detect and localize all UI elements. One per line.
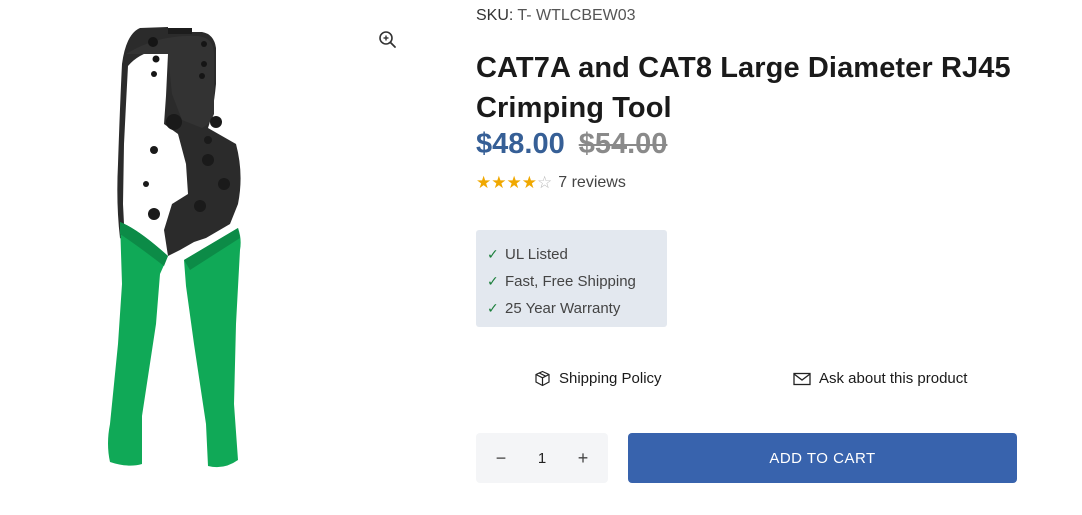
star-filled-icon: ★	[506, 173, 522, 192]
star-rating: ★ ★ ★ ★ ☆	[476, 174, 552, 192]
sale-price: $48.00	[476, 128, 565, 160]
star-filled-icon: ★	[521, 173, 537, 192]
ask-about-product-label: Ask about this product	[819, 370, 968, 387]
check-icon: ✓	[487, 246, 499, 262]
feature-box: ✓ UL Listed ✓ Fast, Free Shipping ✓ 25 Y…	[476, 230, 667, 327]
box-icon	[535, 370, 550, 387]
sku-value: T- WTLCBEW03	[517, 7, 636, 24]
feature-item: ✓ UL Listed	[487, 241, 667, 268]
add-to-cart-button[interactable]: ADD TO CART	[628, 433, 1017, 483]
check-icon: ✓	[487, 273, 499, 289]
quantity-value[interactable]: 1	[522, 450, 562, 467]
product-image	[108, 27, 241, 468]
sku-label: SKU:	[476, 7, 514, 24]
original-price: $54.00	[578, 128, 668, 160]
quantity-stepper: − 1 +	[476, 433, 608, 483]
feature-item: ✓ Fast, Free Shipping	[487, 268, 667, 295]
feature-item: ✓ 25 Year Warranty	[487, 295, 667, 322]
rating: ★ ★ ★ ★ ☆ 7 reviews	[476, 174, 626, 192]
price-row: $48.00 $54.00	[476, 128, 667, 161]
star-empty-icon: ☆	[537, 173, 553, 192]
star-filled-icon: ★	[491, 173, 507, 192]
product-title: CAT7A and CAT8 Large Diameter RJ45 Crimp…	[476, 52, 1011, 124]
sku: SKU: T- WTLCBEW03	[476, 7, 636, 25]
increment-button[interactable]: +	[576, 448, 590, 469]
shipping-policy-label: Shipping Policy	[559, 370, 662, 387]
feature-label: Fast, Free Shipping	[505, 273, 636, 290]
product-links: Shipping Policy Ask about this product	[476, 366, 1016, 394]
decrement-button[interactable]: −	[494, 448, 508, 469]
star-filled-icon: ★	[476, 173, 492, 192]
feature-label: UL Listed	[505, 246, 568, 263]
ask-about-product-link[interactable]: Ask about this product	[793, 370, 967, 387]
feature-label: 25 Year Warranty	[505, 300, 621, 317]
check-icon: ✓	[487, 300, 499, 316]
zoom-in-icon[interactable]	[376, 28, 400, 52]
reviews-link[interactable]: 7 reviews	[558, 174, 626, 192]
shipping-policy-link[interactable]: Shipping Policy	[534, 370, 662, 387]
envelope-icon	[793, 372, 811, 385]
